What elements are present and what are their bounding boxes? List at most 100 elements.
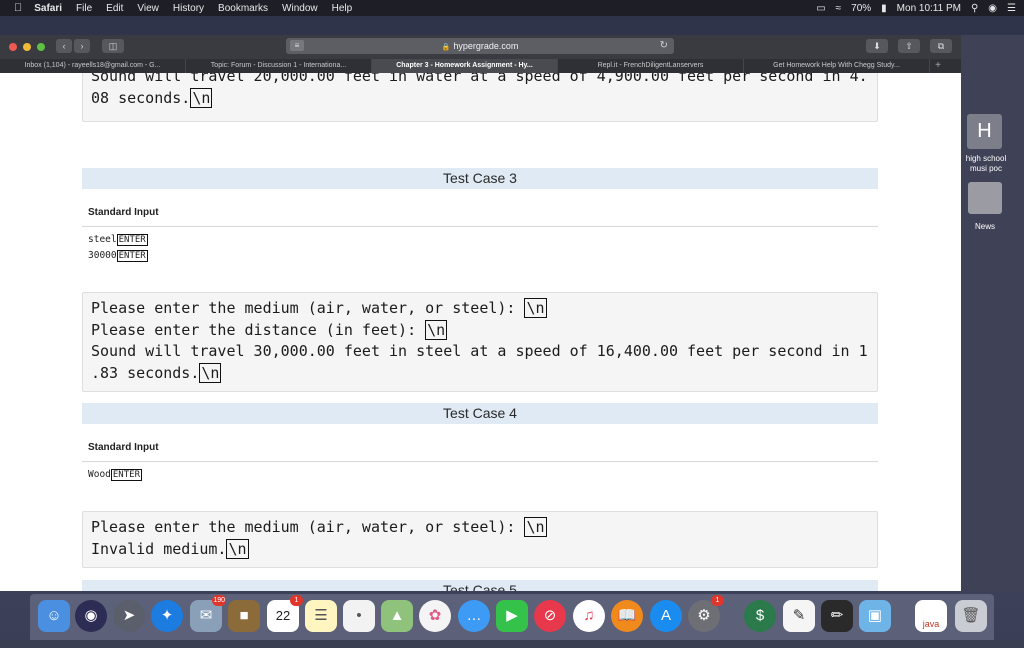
tab-bar: Inbox (1,104) - rayeells18@gmail.com - G… bbox=[0, 59, 961, 73]
photos-icon[interactable]: ✿ bbox=[419, 600, 451, 632]
system-preferences-icon[interactable]: ⚙ 1 bbox=[688, 595, 724, 632]
newline-marker: \n bbox=[199, 362, 222, 383]
output-line: Please enter the medium (air, water, or … bbox=[91, 518, 525, 536]
music-icon[interactable]: ♫ bbox=[573, 600, 605, 632]
trash-icon[interactable]: 🗑 bbox=[955, 600, 987, 632]
safari-dock-icon[interactable]: ✦ bbox=[151, 600, 183, 632]
tab-homework-assignment[interactable]: Chapter 3 - Homework Assignment - Hy... bbox=[372, 59, 558, 73]
output-line: Please enter the distance (in feet): bbox=[91, 320, 426, 339]
url-text: hypergrade.com bbox=[453, 41, 519, 51]
textedit-icon[interactable]: ✎ bbox=[783, 600, 815, 632]
finder-icon[interactable]: ☺ bbox=[38, 600, 70, 632]
siri-dock-icon[interactable]: ◉ bbox=[75, 600, 107, 632]
battery-percent[interactable]: 70% bbox=[851, 3, 871, 14]
expected-output-test3: Please enter the medium (air, water, or … bbox=[82, 292, 878, 392]
expected-output-test2: Sound will travel 20,000.00 feet in wate… bbox=[82, 73, 878, 122]
messages-icon[interactable]: … bbox=[458, 600, 490, 632]
hypergrade-app-tile[interactable]: H bbox=[967, 114, 1002, 149]
calendar-badge: 1 bbox=[290, 595, 303, 606]
clock[interactable]: Mon 10:11 PM bbox=[897, 3, 961, 14]
notes-book-icon[interactable]: ■ bbox=[228, 600, 260, 632]
sysprefs-badge: 1 bbox=[711, 595, 724, 606]
menu-view[interactable]: View bbox=[137, 3, 159, 14]
zoom-window-button[interactable] bbox=[37, 43, 45, 51]
java-file-label: java bbox=[922, 619, 940, 629]
menu-history[interactable]: History bbox=[173, 3, 204, 14]
news-grid-icon[interactable] bbox=[968, 182, 1002, 214]
menu-edit[interactable]: Edit bbox=[106, 3, 123, 14]
newline-marker: \n bbox=[524, 298, 547, 318]
safari-window: ‹ › ◫ ≡ 🔒 hypergrade.com ↻ ⬇ ⇧ ⧉ Inbox (1… bbox=[0, 35, 961, 591]
dollar-app-icon[interactable]: $ bbox=[744, 600, 776, 632]
input-line-2: 30000 ENTER bbox=[88, 250, 148, 262]
newline-marker: \n bbox=[226, 538, 249, 559]
news-app-icon[interactable]: ⊘ bbox=[534, 600, 566, 632]
input-value: steel bbox=[88, 234, 117, 245]
tab-gmail[interactable]: Inbox (1,104) - rayeells18@gmail.com - G… bbox=[0, 59, 186, 73]
newline-marker: \n bbox=[524, 517, 547, 537]
newline-marker: \n bbox=[190, 87, 213, 108]
test-case-5-header: Test Case 5 bbox=[82, 580, 878, 591]
notification-center-icon[interactable]: ☰ bbox=[1007, 3, 1016, 14]
battery-icon[interactable]: ▮ bbox=[881, 3, 887, 14]
output-line: Sound will travel 20,000.00 feet in wate… bbox=[91, 73, 868, 85]
maps-icon[interactable]: ▲ bbox=[381, 600, 413, 632]
output-line: 08 seconds. bbox=[91, 88, 191, 107]
close-window-button[interactable] bbox=[9, 43, 17, 51]
tab-replit[interactable]: Repl.it - FrenchDiligentLanservers bbox=[558, 59, 744, 73]
reload-icon[interactable]: ↻ bbox=[660, 38, 668, 54]
output-line: Please enter the medium (air, water, or … bbox=[91, 299, 525, 317]
browser-toolbar: ‹ › ◫ ≡ 🔒 hypergrade.com ↻ ⬇ ⇧ ⧉ bbox=[0, 35, 961, 59]
reminders-icon[interactable]: • bbox=[343, 600, 375, 632]
standard-input-label: Standard Input bbox=[88, 442, 159, 453]
new-tab-button[interactable]: + bbox=[930, 59, 946, 73]
newline-marker: \n bbox=[425, 319, 448, 340]
expected-output-test4: Please enter the medium (air, water, or … bbox=[82, 511, 878, 568]
menu-bookmarks[interactable]: Bookmarks bbox=[218, 3, 268, 14]
tab-forum[interactable]: Topic: Forum - Discussion 1 - Internatio… bbox=[186, 59, 372, 73]
news-label[interactable]: News bbox=[962, 222, 1008, 231]
siri-icon[interactable]: ◉ bbox=[988, 3, 997, 14]
share-icon[interactable]: ⇧ bbox=[898, 39, 920, 53]
mail-dock-icon[interactable]: ✉ 190 bbox=[190, 595, 226, 632]
minimize-window-button[interactable] bbox=[23, 43, 31, 51]
app-store-icon[interactable]: A bbox=[650, 600, 682, 632]
notes-icon[interactable]: ☰ bbox=[305, 600, 337, 632]
input-line-1: steel ENTER bbox=[88, 234, 148, 246]
forward-button[interactable]: › bbox=[74, 39, 90, 53]
spotlight-search-icon[interactable]: ⚲ bbox=[971, 3, 978, 14]
airplay-icon[interactable]: ▭ bbox=[816, 3, 825, 14]
menu-help[interactable]: Help bbox=[332, 3, 353, 14]
divider bbox=[82, 226, 878, 227]
input-value: Wood bbox=[88, 469, 111, 480]
books-icon[interactable]: 📖 bbox=[611, 600, 643, 632]
launchpad-icon[interactable]: ➤ bbox=[113, 600, 145, 632]
enter-marker: ENTER bbox=[110, 469, 142, 481]
apple-menu-icon[interactable]:  bbox=[14, 2, 22, 14]
tab-overview-icon[interactable]: ⧉ bbox=[930, 39, 952, 53]
mail-badge: 190 bbox=[212, 595, 226, 606]
downloads-icon[interactable]: ⬇ bbox=[866, 39, 888, 53]
reader-view-icon[interactable]: ≡ bbox=[290, 40, 304, 51]
sidebar-toggle-icon[interactable]: ◫ bbox=[102, 39, 124, 53]
menu-app-name[interactable]: Safari bbox=[34, 3, 62, 14]
java-file-icon[interactable]: java bbox=[915, 600, 947, 632]
facetime-icon[interactable]: ▶ bbox=[496, 600, 528, 632]
preview-icon[interactable]: ▣ bbox=[859, 600, 891, 632]
menu-bar:  Safari File Edit View History Bookmark… bbox=[0, 0, 1024, 16]
tab-chegg[interactable]: Get Homework Help With Chegg Study... bbox=[744, 59, 930, 73]
test-case-4-header: Test Case 4 bbox=[82, 403, 878, 424]
input-value: 30000 bbox=[88, 250, 117, 261]
menu-file[interactable]: File bbox=[76, 3, 92, 14]
page-content: Sound will travel 20,000.00 feet in wate… bbox=[0, 73, 961, 591]
back-button[interactable]: ‹ bbox=[56, 39, 72, 53]
lock-icon: 🔒 bbox=[441, 44, 451, 51]
tile-caption: high school musi poc bbox=[965, 154, 1007, 173]
menu-window[interactable]: Window bbox=[282, 3, 318, 14]
divider bbox=[82, 461, 878, 462]
address-bar[interactable]: ≡ 🔒 hypergrade.com ↻ bbox=[286, 38, 674, 54]
calendar-icon[interactable]: 22 1 bbox=[267, 595, 303, 632]
output-line: Sound will travel 30,000.00 feet in stee… bbox=[91, 342, 868, 360]
wifi-icon[interactable]: ≈ bbox=[836, 3, 842, 14]
script-editor-icon[interactable]: ✏ bbox=[821, 600, 853, 632]
